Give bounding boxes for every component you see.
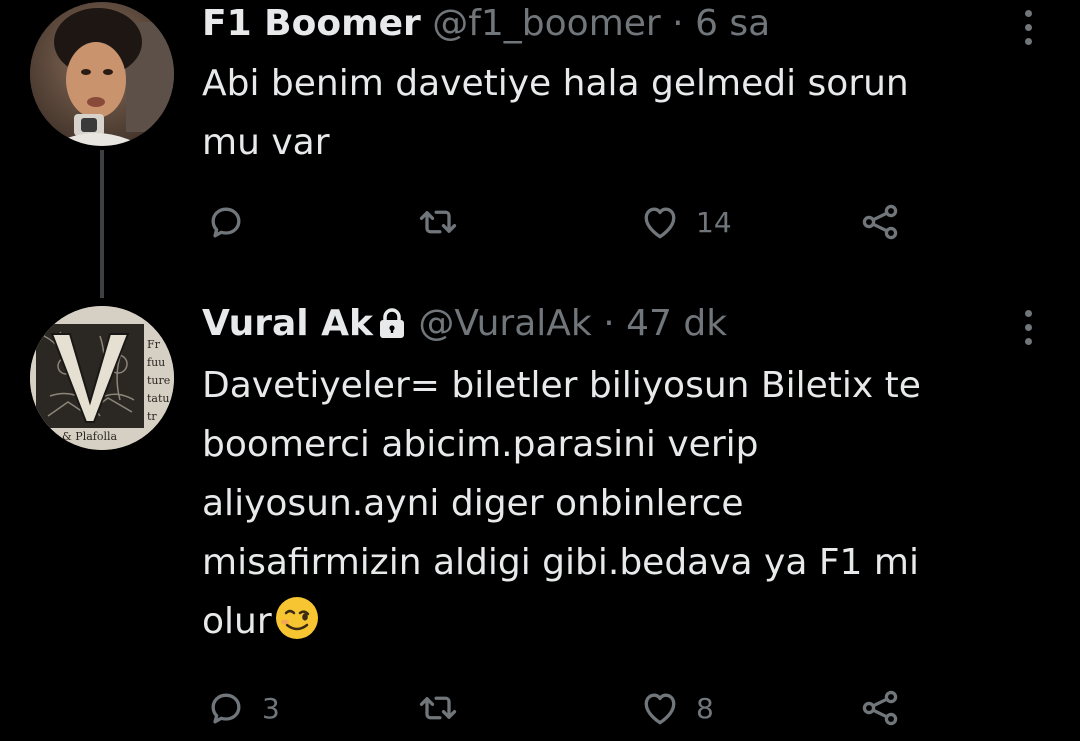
retweet-button[interactable]: [416, 198, 474, 246]
like-button[interactable]: 8: [638, 684, 714, 732]
retweet-button[interactable]: [416, 684, 474, 732]
tweet-vural-ak[interactable]: Fr fuu ture tatu tr & Plafolla Vural Ak …: [0, 300, 1080, 741]
avatar-caption: & Plafolla: [62, 430, 118, 443]
share-icon: [862, 204, 898, 240]
svg-text:fuu: fuu: [147, 356, 165, 369]
separator-dot: ·: [672, 3, 684, 44]
more-options-icon[interactable]: [1016, 310, 1040, 345]
tweet-actions: 3 8: [202, 684, 922, 732]
author-handle[interactable]: @f1_boomer: [432, 3, 661, 44]
profile-photo-icon: [30, 2, 174, 146]
tweet-text-line: misafirmizin aldigi gibi.bedava ya F1 mi: [202, 542, 919, 583]
thread-connector-line: [100, 150, 104, 298]
like-button[interactable]: 14: [638, 198, 732, 246]
engraved-letter-v-icon: Fr fuu ture tatu tr: [30, 306, 174, 450]
timestamp[interactable]: 47 dk: [626, 303, 727, 344]
tweet-actions: 14: [202, 198, 922, 246]
reply-icon: [211, 207, 241, 238]
timestamp[interactable]: 6 sa: [695, 3, 770, 44]
share-icon: [862, 690, 898, 726]
reply-icon: [211, 693, 241, 724]
tweet-header: F1 Boomer @f1_boomer · 6 sa: [202, 2, 770, 46]
tweet-text-line: Abi benim davetiye hala gelmedi sorun: [202, 63, 909, 104]
tweet-text: Davetiyeler= biletler biliyosun Biletix …: [202, 356, 1022, 659]
svg-text:tr: tr: [147, 410, 157, 423]
reply-count: 3: [262, 691, 280, 725]
tweet-text-line: aliyosun.ayni diger onbinlerce: [202, 483, 744, 524]
retweet-icon: [419, 696, 457, 720]
tweet-text-line: mu var: [202, 122, 330, 163]
share-button[interactable]: [858, 684, 902, 732]
avatar[interactable]: Fr fuu ture tatu tr: [30, 306, 174, 450]
avatar[interactable]: [30, 2, 174, 146]
tweet-header: Vural Ak @VuralAk · 47 dk: [202, 302, 727, 350]
like-count: 8: [696, 691, 714, 725]
author-name[interactable]: F1 Boomer: [202, 3, 421, 44]
winking-face-emoji-icon: [274, 595, 320, 659]
heart-icon: [644, 207, 676, 239]
lock-icon: [377, 306, 407, 350]
tweet-text: Abi benim davetiye hala gelmedi sorun mu…: [202, 54, 1022, 172]
svg-text:tatu: tatu: [147, 392, 169, 405]
tweet-text-line: Davetiyeler= biletler biliyosun Biletix …: [202, 365, 921, 406]
heart-icon: [644, 693, 676, 725]
tweet-text-line-last: olur: [202, 592, 1022, 659]
like-count: 14: [696, 205, 732, 239]
retweet-icon: [419, 210, 457, 234]
share-button[interactable]: [858, 198, 902, 246]
reply-button[interactable]: [204, 198, 262, 246]
author-name[interactable]: Vural Ak: [202, 303, 373, 344]
author-handle[interactable]: @VuralAk: [418, 303, 591, 344]
tweet-text-line: boomerci abicim.parasini verip: [202, 424, 759, 465]
more-options-icon[interactable]: [1016, 10, 1040, 45]
separator-dot: ·: [603, 303, 615, 344]
reply-button[interactable]: 3: [204, 684, 280, 732]
svg-text:ture: ture: [147, 374, 170, 387]
svg-text:Fr: Fr: [147, 338, 161, 351]
tweet-f1-boomer[interactable]: F1 Boomer @f1_boomer · 6 sa Abi benim da…: [0, 0, 1080, 300]
tweet-text-line: olur: [202, 601, 272, 642]
